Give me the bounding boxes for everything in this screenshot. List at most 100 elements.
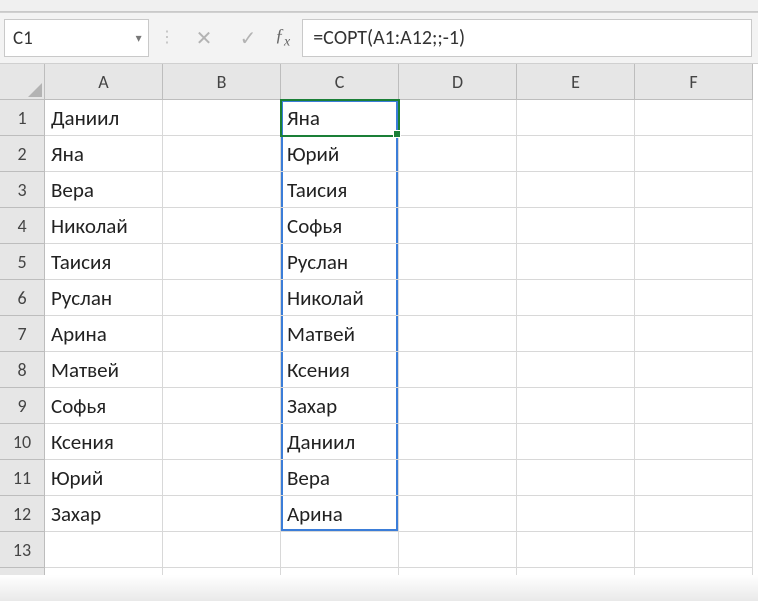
cell-C3[interactable]: Таисия: [281, 172, 399, 208]
cell-F5[interactable]: [635, 244, 753, 280]
cell-E4[interactable]: [517, 208, 635, 244]
row-header-5[interactable]: 5: [0, 244, 45, 280]
cell-F8[interactable]: [635, 352, 753, 388]
name-box-dropdown-icon[interactable]: ▾: [129, 20, 148, 56]
row-header-3[interactable]: 3: [0, 172, 45, 208]
cell-A10[interactable]: Ксения: [45, 424, 163, 460]
cell-F3[interactable]: [635, 172, 753, 208]
cell-A11[interactable]: Юрий: [45, 460, 163, 496]
column-header-D[interactable]: D: [399, 64, 517, 100]
cell-C10[interactable]: Даниил: [281, 424, 399, 460]
cell-D5[interactable]: [399, 244, 517, 280]
cell-C2[interactable]: Юрий: [281, 136, 399, 172]
cell-B13[interactable]: [163, 532, 281, 568]
cell-E14[interactable]: [517, 568, 635, 601]
row-header-1[interactable]: 1: [0, 100, 45, 136]
row-header-13[interactable]: 13: [0, 532, 45, 568]
cell-E7[interactable]: [517, 316, 635, 352]
cell-D8[interactable]: [399, 352, 517, 388]
row-header-8[interactable]: 8: [0, 352, 45, 388]
cell-B3[interactable]: [163, 172, 281, 208]
cell-C7[interactable]: Матвей: [281, 316, 399, 352]
cell-B6[interactable]: [163, 280, 281, 316]
cell-C1[interactable]: Яна: [281, 100, 399, 136]
cell-A8[interactable]: Матвей: [45, 352, 163, 388]
cell-E9[interactable]: [517, 388, 635, 424]
cell-C5[interactable]: Руслан: [281, 244, 399, 280]
cell-F14[interactable]: [635, 568, 753, 601]
cell-B1[interactable]: [163, 100, 281, 136]
cell-B7[interactable]: [163, 316, 281, 352]
cell-E2[interactable]: [517, 136, 635, 172]
column-header-B[interactable]: B: [163, 64, 281, 100]
name-box[interactable]: ▾: [4, 19, 149, 57]
cell-C8[interactable]: Ксения: [281, 352, 399, 388]
cell-F1[interactable]: [635, 100, 753, 136]
cell-B8[interactable]: [163, 352, 281, 388]
cell-A13[interactable]: [45, 532, 163, 568]
cell-A5[interactable]: Таисия: [45, 244, 163, 280]
cell-E12[interactable]: [517, 496, 635, 532]
cell-B5[interactable]: [163, 244, 281, 280]
cell-B14[interactable]: [163, 568, 281, 601]
cell-C6[interactable]: Николай: [281, 280, 399, 316]
column-header-C[interactable]: C: [281, 64, 399, 100]
cell-A4[interactable]: Николай: [45, 208, 163, 244]
cell-D2[interactable]: [399, 136, 517, 172]
cell-B12[interactable]: [163, 496, 281, 532]
row-header-7[interactable]: 7: [0, 316, 45, 352]
cell-A1[interactable]: Даниил: [45, 100, 163, 136]
cell-D7[interactable]: [399, 316, 517, 352]
cell-D11[interactable]: [399, 460, 517, 496]
cell-F6[interactable]: [635, 280, 753, 316]
cell-A3[interactable]: Вера: [45, 172, 163, 208]
cell-B4[interactable]: [163, 208, 281, 244]
cell-D9[interactable]: [399, 388, 517, 424]
cell-E8[interactable]: [517, 352, 635, 388]
cell-F4[interactable]: [635, 208, 753, 244]
cell-C9[interactable]: Захар: [281, 388, 399, 424]
cell-B10[interactable]: [163, 424, 281, 460]
cell-D1[interactable]: [399, 100, 517, 136]
cell-E3[interactable]: [517, 172, 635, 208]
row-header-12[interactable]: 12: [0, 496, 45, 532]
cell-F7[interactable]: [635, 316, 753, 352]
cell-F2[interactable]: [635, 136, 753, 172]
cell-A9[interactable]: Софья: [45, 388, 163, 424]
cell-A2[interactable]: Яна: [45, 136, 163, 172]
more-icon[interactable]: ⋮: [155, 19, 179, 57]
cell-F12[interactable]: [635, 496, 753, 532]
select-all-corner[interactable]: [0, 64, 45, 100]
row-header-14[interactable]: 14: [0, 568, 45, 601]
column-header-F[interactable]: F: [635, 64, 753, 100]
cell-F11[interactable]: [635, 460, 753, 496]
cell-D3[interactable]: [399, 172, 517, 208]
cell-E13[interactable]: [517, 532, 635, 568]
cell-D12[interactable]: [399, 496, 517, 532]
row-header-6[interactable]: 6: [0, 280, 45, 316]
cell-B9[interactable]: [163, 388, 281, 424]
cell-A12[interactable]: Захар: [45, 496, 163, 532]
cell-E11[interactable]: [517, 460, 635, 496]
cell-E6[interactable]: [517, 280, 635, 316]
cell-D13[interactable]: [399, 532, 517, 568]
cell-E10[interactable]: [517, 424, 635, 460]
fx-icon[interactable]: ƒx: [275, 25, 290, 51]
cell-F9[interactable]: [635, 388, 753, 424]
cell-A14[interactable]: [45, 568, 163, 601]
cell-B11[interactable]: [163, 460, 281, 496]
cell-C4[interactable]: Софья: [281, 208, 399, 244]
cell-B2[interactable]: [163, 136, 281, 172]
row-header-2[interactable]: 2: [0, 136, 45, 172]
cell-A6[interactable]: Руслан: [45, 280, 163, 316]
column-header-A[interactable]: A: [45, 64, 163, 100]
row-header-10[interactable]: 10: [0, 424, 45, 460]
cell-D14[interactable]: [399, 568, 517, 601]
cell-D6[interactable]: [399, 280, 517, 316]
cell-C11[interactable]: Вера: [281, 460, 399, 496]
cell-C13[interactable]: [281, 532, 399, 568]
row-header-4[interactable]: 4: [0, 208, 45, 244]
column-header-E[interactable]: E: [517, 64, 635, 100]
row-header-9[interactable]: 9: [0, 388, 45, 424]
cell-C14[interactable]: [281, 568, 399, 601]
